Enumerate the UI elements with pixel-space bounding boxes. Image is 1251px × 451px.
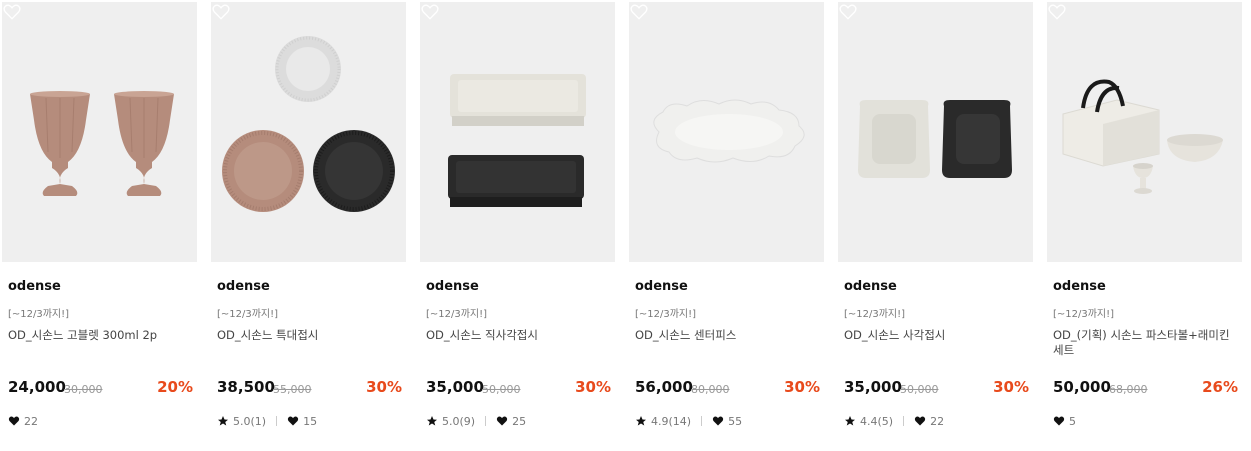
price-row: 38,500 55,000 30% (217, 378, 402, 400)
original-price: 50,000 (900, 383, 939, 396)
product-image-gift-set[interactable] (1047, 2, 1242, 262)
sale-price: 35,000 (844, 378, 902, 396)
sale-price: 38,500 (217, 378, 275, 396)
star-icon (218, 416, 228, 426)
likes-count: 25 (512, 414, 527, 428)
product-promo: [~12/3까지!] (1053, 309, 1115, 320)
original-price: 30,000 (64, 383, 103, 396)
product-name[interactable]: OD_시손느 고블렛 300ml 2p (8, 328, 191, 343)
product-meta: 4.9(14) 55 (635, 413, 742, 429)
product-brand: odense (844, 279, 897, 294)
likes-count: 55 (728, 414, 743, 428)
discount-rate: 20% (157, 378, 193, 396)
product-card[interactable]: odense [~12/3까지!] OD_시손느 직사각접시 35,000 50… (420, 2, 615, 442)
price-row: 35,000 50,000 30% (844, 378, 1029, 400)
product-card[interactable]: odense [~12/3까지!] OD_시손느 사각접시 35,000 50,… (838, 2, 1033, 442)
product-image-goblets[interactable] (2, 2, 197, 262)
product-image-square-plates[interactable] (838, 2, 1033, 262)
likes-count: 22 (24, 414, 38, 428)
meta-divider (485, 416, 487, 426)
star-icon (427, 416, 437, 426)
product-name[interactable]: OD_시손느 센터피스 (635, 328, 818, 343)
product-card[interactable]: odense [~12/3까지!] OD_(기획) 시손느 파스타볼+래미킨 세… (1047, 2, 1242, 442)
discount-rate: 26% (1202, 378, 1238, 396)
sale-price: 24,000 (8, 378, 66, 396)
likes-count: 5 (1069, 414, 1076, 428)
meta-divider (701, 416, 703, 426)
product-name[interactable]: OD_시손느 직사각접시 (426, 328, 609, 343)
sale-price: 56,000 (635, 378, 693, 396)
wishlist-heart-icon[interactable] (2, 2, 22, 22)
wishlist-heart-icon[interactable] (838, 2, 858, 22)
star-icon (845, 416, 855, 426)
product-meta: 22 (8, 413, 38, 429)
discount-rate: 30% (784, 378, 820, 396)
product-meta: 5.0(9) 25 (426, 413, 526, 429)
original-price: 50,000 (482, 383, 521, 396)
product-promo: [~12/3까지!] (217, 309, 279, 320)
original-price: 68,000 (1109, 383, 1148, 396)
rating-score: 5.0(9) (442, 414, 476, 428)
heart-filled-icon (287, 416, 299, 426)
product-brand: odense (217, 279, 270, 294)
heart-filled-icon (496, 416, 508, 426)
rating-score: 5.0(1) (233, 414, 267, 428)
product-meta: 5 (1053, 413, 1076, 429)
heart-filled-icon (712, 416, 724, 426)
product-image-round-plates[interactable] (211, 2, 406, 262)
discount-rate: 30% (993, 378, 1029, 396)
product-name[interactable]: OD_시손느 특대접시 (217, 328, 400, 343)
wishlist-heart-icon[interactable] (420, 2, 440, 22)
rating-score: 4.4(5) (860, 414, 894, 428)
price-row: 56,000 80,000 30% (635, 378, 820, 400)
product-card[interactable]: odense [~12/3까지!] OD_시손느 센터피스 56,000 80,… (629, 2, 824, 442)
product-image-rectangle-plates[interactable] (420, 2, 615, 262)
likes-count: 15 (303, 414, 318, 428)
star-icon (636, 416, 646, 426)
wishlist-heart-icon[interactable] (1047, 2, 1067, 22)
product-meta: 5.0(1) 15 (217, 413, 317, 429)
rating-score: 4.9(14) (651, 414, 692, 428)
sale-price: 35,000 (426, 378, 484, 396)
original-price: 80,000 (691, 383, 730, 396)
original-price: 55,000 (273, 383, 312, 396)
heart-filled-icon (914, 416, 926, 426)
likes-count: 22 (930, 414, 945, 428)
product-grid: odense [~12/3까지!] OD_시손느 고블렛 300ml 2p 24… (0, 0, 1251, 451)
product-brand: odense (8, 279, 61, 294)
product-brand: odense (635, 279, 688, 294)
product-card[interactable]: odense [~12/3까지!] OD_시손느 고블렛 300ml 2p 24… (2, 2, 197, 442)
price-row: 35,000 50,000 30% (426, 378, 611, 400)
wishlist-heart-icon[interactable] (211, 2, 231, 22)
meta-divider (903, 416, 905, 426)
discount-rate: 30% (366, 378, 402, 396)
price-row: 24,000 30,000 20% (8, 378, 193, 400)
product-promo: [~12/3까지!] (8, 309, 70, 320)
wishlist-heart-icon[interactable] (629, 2, 649, 22)
product-brand: odense (1053, 279, 1106, 294)
product-brand: odense (426, 279, 479, 294)
product-name[interactable]: OD_시손느 사각접시 (844, 328, 1027, 343)
product-promo: [~12/3까지!] (844, 309, 906, 320)
product-image-centerpiece[interactable] (629, 2, 824, 262)
price-row: 50,000 68,000 26% (1053, 378, 1238, 400)
product-name[interactable]: OD_(기획) 시손느 파스타볼+래미킨 세트 (1053, 328, 1236, 358)
sale-price: 50,000 (1053, 378, 1111, 396)
heart-filled-icon (8, 416, 20, 426)
meta-divider (276, 416, 278, 426)
product-meta: 4.4(5) 22 (844, 413, 944, 429)
heart-filled-icon (1053, 416, 1065, 426)
product-card[interactable]: odense [~12/3까지!] OD_시손느 특대접시 38,500 55,… (211, 2, 406, 442)
discount-rate: 30% (575, 378, 611, 396)
product-promo: [~12/3까지!] (635, 309, 697, 320)
product-promo: [~12/3까지!] (426, 309, 488, 320)
